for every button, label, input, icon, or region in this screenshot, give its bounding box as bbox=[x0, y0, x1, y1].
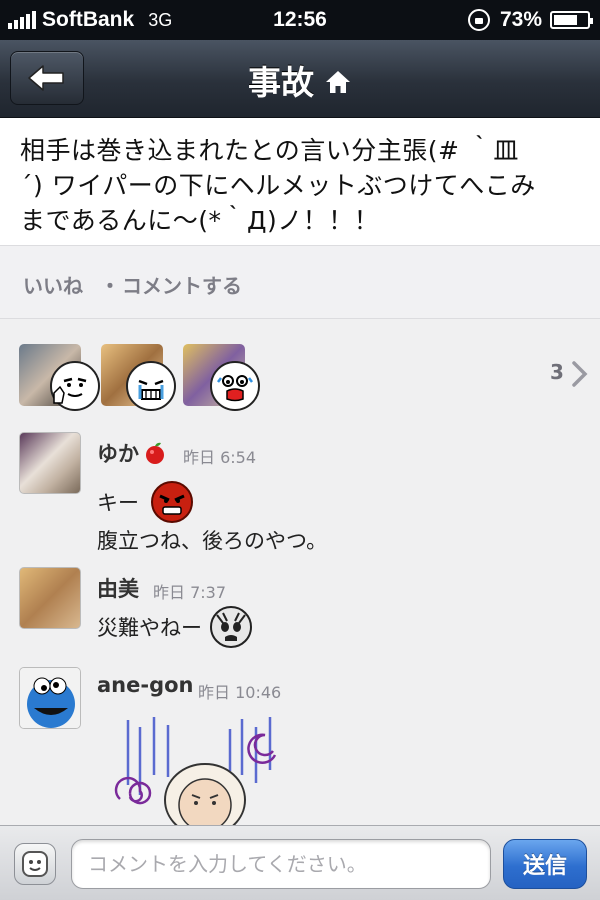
comment-item: ゆか 昨日 6:54 キー 腹立つね、後ろのやつ。 bbox=[0, 432, 600, 557]
avatar[interactable] bbox=[19, 432, 81, 494]
post-body: 相手は巻き込まれたとの言い分主張(# ｀皿 ´) ワイパーの下にヘルメットぶつけ… bbox=[0, 118, 600, 245]
page-title-text: 事故 bbox=[248, 63, 314, 102]
comment-time: 昨日 6:54 bbox=[183, 448, 257, 467]
like-count: 3 bbox=[550, 360, 564, 384]
crying-sticker-icon bbox=[126, 361, 176, 411]
home-icon[interactable] bbox=[324, 69, 352, 95]
chevron-right-icon[interactable] bbox=[570, 360, 590, 388]
comment-link[interactable]: コメントする bbox=[122, 270, 242, 299]
likers-row[interactable]: 3 bbox=[0, 320, 600, 420]
post-line: ´) ワイパーの下にヘルメットぶつけてへこみ bbox=[20, 171, 536, 200]
comment-text-line: キー bbox=[97, 491, 139, 515]
comment-time: 昨日 7:37 bbox=[153, 583, 227, 602]
post-line: 相手は巻き込まれたとの言い分主張(# ｀皿 bbox=[20, 136, 519, 165]
avatar[interactable] bbox=[19, 667, 81, 729]
post-line: まであるんに〜(*｀Д)ノ！！！ bbox=[20, 206, 380, 235]
post-actions: いいね ・ コメントする bbox=[0, 245, 600, 319]
like-link[interactable]: いいね bbox=[23, 270, 83, 299]
comment-input[interactable] bbox=[71, 839, 491, 889]
commenter-name: ゆか bbox=[97, 438, 167, 468]
comment-time: 昨日 10:46 bbox=[198, 683, 282, 702]
scared-sticker-icon bbox=[210, 361, 260, 411]
battery-level bbox=[554, 15, 578, 25]
separator-dot: ・ bbox=[100, 274, 120, 298]
status-bar: SoftBank 3G 12:56 73% bbox=[0, 0, 600, 40]
rotation-lock-icon bbox=[467, 9, 490, 31]
commenter-name: ane-gon bbox=[97, 673, 194, 697]
battery-percent: 73% bbox=[499, 8, 542, 31]
comment-text: 災難やねー bbox=[97, 605, 253, 649]
comment-text-line: 災難やねー bbox=[97, 616, 202, 640]
shocked-sticker-icon bbox=[209, 606, 252, 648]
send-button[interactable]: 送信 bbox=[503, 839, 587, 889]
page-title: 事故 bbox=[0, 56, 600, 104]
smiley-icon bbox=[22, 851, 48, 877]
sheep-shock-sticker-icon bbox=[114, 717, 277, 825]
avatar[interactable] bbox=[19, 567, 81, 629]
comment-item: 由美 昨日 7:37 災難やねー bbox=[0, 567, 600, 657]
battery-icon bbox=[550, 11, 593, 29]
comment-item: ane-gon 昨日 10:46 bbox=[0, 667, 600, 827]
commenter-name: 由美 bbox=[97, 577, 139, 601]
commenter-name-text: ゆか bbox=[97, 442, 139, 466]
thumbs-up-sticker-icon bbox=[50, 361, 100, 411]
comment-text: キー bbox=[97, 480, 194, 524]
apple-icon bbox=[146, 442, 164, 464]
angry-sticker-icon bbox=[150, 481, 193, 523]
post-line-clipped bbox=[20, 118, 590, 133]
sticker-button[interactable] bbox=[14, 843, 56, 885]
cookie-monster-avatar-icon bbox=[20, 668, 80, 728]
comment-composer: 送信 bbox=[0, 825, 600, 900]
comment-text-line2: 腹立つね、後ろのやつ。 bbox=[97, 529, 328, 553]
navigation-bar: 事故 bbox=[0, 40, 600, 118]
post-text: 相手は巻き込まれたとの言い分主張(# ｀皿 ´) ワイパーの下にヘルメットぶつけ… bbox=[20, 118, 590, 238]
